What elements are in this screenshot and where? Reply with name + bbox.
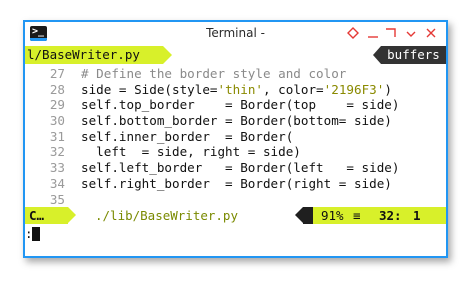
line-number: 34 bbox=[49, 175, 65, 191]
mode-separator bbox=[68, 207, 76, 223]
code-text: self.inner_border = Border( bbox=[81, 128, 294, 144]
cursor-column: 1 bbox=[413, 208, 421, 223]
code-line: 27 # Define the border style and color bbox=[25, 66, 446, 82]
scroll-percent: 91% bbox=[321, 208, 344, 223]
code-text: self.top_border = Border(top = side) bbox=[81, 97, 400, 113]
line-number: 29 bbox=[49, 97, 65, 113]
code-line: 29 self.top_border = Border(top = side) bbox=[25, 97, 446, 113]
buffers-label[interactable]: buffers bbox=[381, 46, 446, 64]
line-number: 28 bbox=[49, 81, 65, 97]
status-filepath: ./lib/BaseWriter.py bbox=[95, 208, 238, 223]
code-line: 32 left = side, right = side) bbox=[25, 144, 446, 160]
cursor-line: 32: bbox=[379, 208, 402, 223]
status-separator bbox=[295, 207, 303, 223]
minimize-icon[interactable] bbox=[365, 25, 381, 41]
maximize-icon[interactable] bbox=[383, 25, 399, 41]
line-number: 27 bbox=[49, 66, 65, 81]
code-text: # Define the border style and color bbox=[81, 66, 347, 81]
title-bar[interactable]: >_ Terminal - bbox=[25, 22, 446, 46]
code-line: 30 self.bottom_border = Border(bottom= s… bbox=[25, 113, 446, 129]
command-line[interactable]: : bbox=[25, 226, 446, 242]
line-number: 33 bbox=[49, 160, 65, 176]
code-area[interactable]: 27 # Define the border style and color 2… bbox=[25, 66, 446, 207]
code-line: 34 self.right_border = Border(right = si… bbox=[25, 176, 446, 192]
terminal-window: >_ Terminal - l/BaseWriter.py buffers 27… bbox=[23, 20, 448, 258]
tab-line: l/BaseWriter.py buffers bbox=[25, 46, 446, 64]
code-text: left = side, right = side) bbox=[81, 144, 301, 160]
mode-indicator: C… bbox=[25, 207, 68, 224]
code-line: 33 self.left_border = Border(left = side… bbox=[25, 160, 446, 176]
code-line: 28 side = Side(style='thin', color='2196… bbox=[25, 82, 446, 98]
tab-active-file[interactable]: l/BaseWriter.py bbox=[25, 46, 163, 64]
buffers-separator bbox=[373, 46, 381, 64]
close-icon[interactable] bbox=[423, 25, 439, 41]
code-line: 31 self.inner_border = Border( bbox=[25, 129, 446, 145]
code-text: self.left_border = Border(left = side) bbox=[81, 160, 400, 176]
menu-lines-icon: ≡ bbox=[353, 208, 361, 223]
tab-separator bbox=[163, 46, 172, 64]
status-dark-segment bbox=[303, 207, 313, 224]
line-number: 30 bbox=[49, 113, 65, 129]
line-number: 32 bbox=[49, 144, 65, 160]
restore-icon[interactable] bbox=[403, 25, 419, 41]
code-line: 35 bbox=[25, 192, 446, 208]
code-text: self.right_border = Border(right = side) bbox=[81, 175, 392, 191]
status-line: C… ./lib/BaseWriter.py 91% ≡ 32: 1 bbox=[25, 207, 446, 224]
status-position-segment: 91% ≡ 32: 1 bbox=[313, 207, 446, 224]
diamond-icon[interactable] bbox=[345, 25, 361, 41]
block-cursor bbox=[32, 227, 40, 241]
code-text: side = Side(style='thin', color='2196F3'… bbox=[81, 81, 392, 97]
code-text: self.bottom_border = Border(bottom= side… bbox=[81, 113, 392, 129]
line-number: 31 bbox=[49, 128, 65, 144]
line-number: 35 bbox=[49, 191, 65, 207]
